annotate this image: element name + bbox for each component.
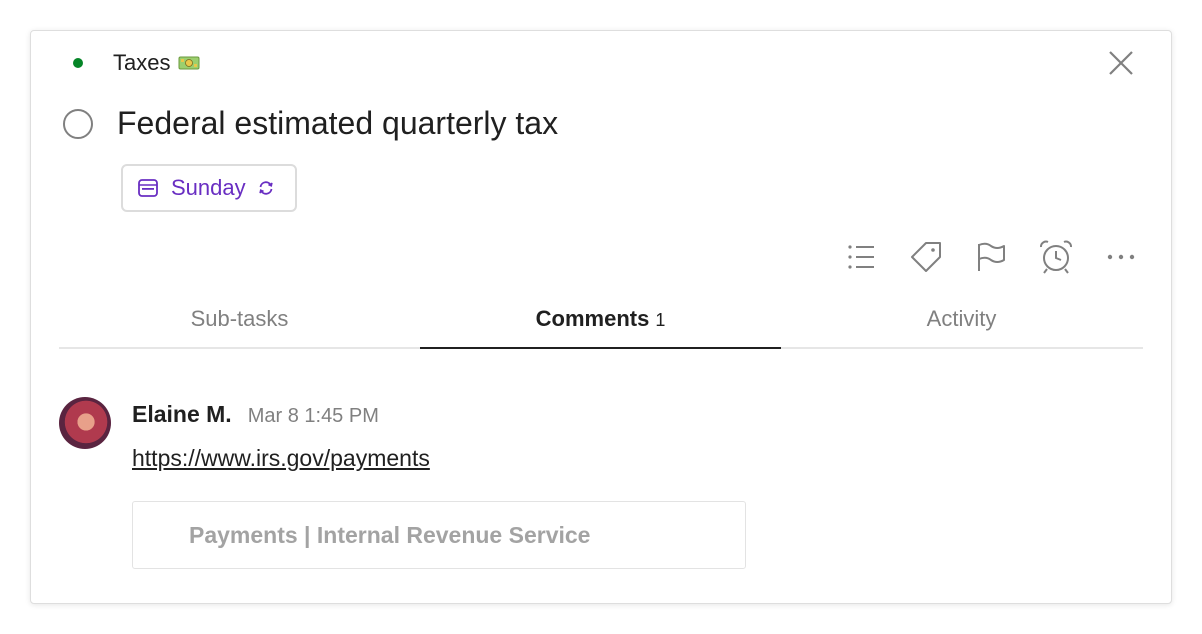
label-button[interactable] [908, 239, 944, 275]
task-row: Federal estimated quarterly tax [63, 105, 558, 142]
tab-label: Activity [926, 306, 997, 331]
project-color-dot [73, 58, 83, 68]
subtasks-list-button[interactable] [843, 239, 879, 275]
task-actions-toolbar [843, 237, 1139, 277]
avatar[interactable] [59, 397, 111, 449]
link-preview-card[interactable]: Payments | Internal Revenue Service [132, 501, 746, 569]
reminder-button[interactable] [1038, 239, 1074, 275]
tab-comments[interactable]: Comments 1 [420, 299, 781, 349]
comment-author: Elaine M. [132, 401, 232, 427]
calendar-icon [138, 179, 158, 197]
label-tag-icon [911, 242, 941, 272]
priority-button[interactable] [973, 239, 1009, 275]
comment-link[interactable]: https://www.irs.gov/payments [132, 445, 430, 472]
recurring-icon [258, 181, 273, 195]
link-preview-title: Payments | Internal Revenue Service [189, 521, 591, 548]
due-date-button[interactable]: Sunday [121, 164, 297, 212]
more-options-button[interactable] [1103, 239, 1139, 275]
project-name: Taxes [113, 50, 171, 75]
tab-sub-tasks[interactable]: Sub-tasks [59, 299, 420, 347]
comments-count: 1 [655, 310, 666, 330]
project-breadcrumb[interactable]: Taxes [73, 49, 200, 77]
money-banknote-icon [178, 56, 200, 70]
comment-header: Elaine M. Mar 8 1:45 PM [132, 401, 379, 428]
close-icon[interactable] [1105, 47, 1137, 79]
tab-activity[interactable]: Activity [781, 299, 1142, 347]
task-title[interactable]: Federal estimated quarterly tax [117, 105, 558, 142]
comment-timestamp: Mar 8 1:45 PM [247, 405, 379, 427]
task-tabs: Sub-tasks Comments 1 Activity [59, 299, 1143, 349]
tab-label: Sub-tasks [190, 306, 289, 331]
tab-label: Comments [535, 306, 650, 331]
more-options-icon [1107, 254, 1135, 260]
due-date-label: Sunday [171, 175, 246, 200]
priority-flag-icon [978, 242, 1005, 271]
task-detail-panel: Taxes Federal estimated quarterly tax Su… [30, 30, 1172, 604]
subtasks-list-icon [848, 245, 874, 269]
reminder-alarm-icon [1040, 240, 1072, 274]
task-complete-checkbox[interactable] [63, 108, 93, 139]
